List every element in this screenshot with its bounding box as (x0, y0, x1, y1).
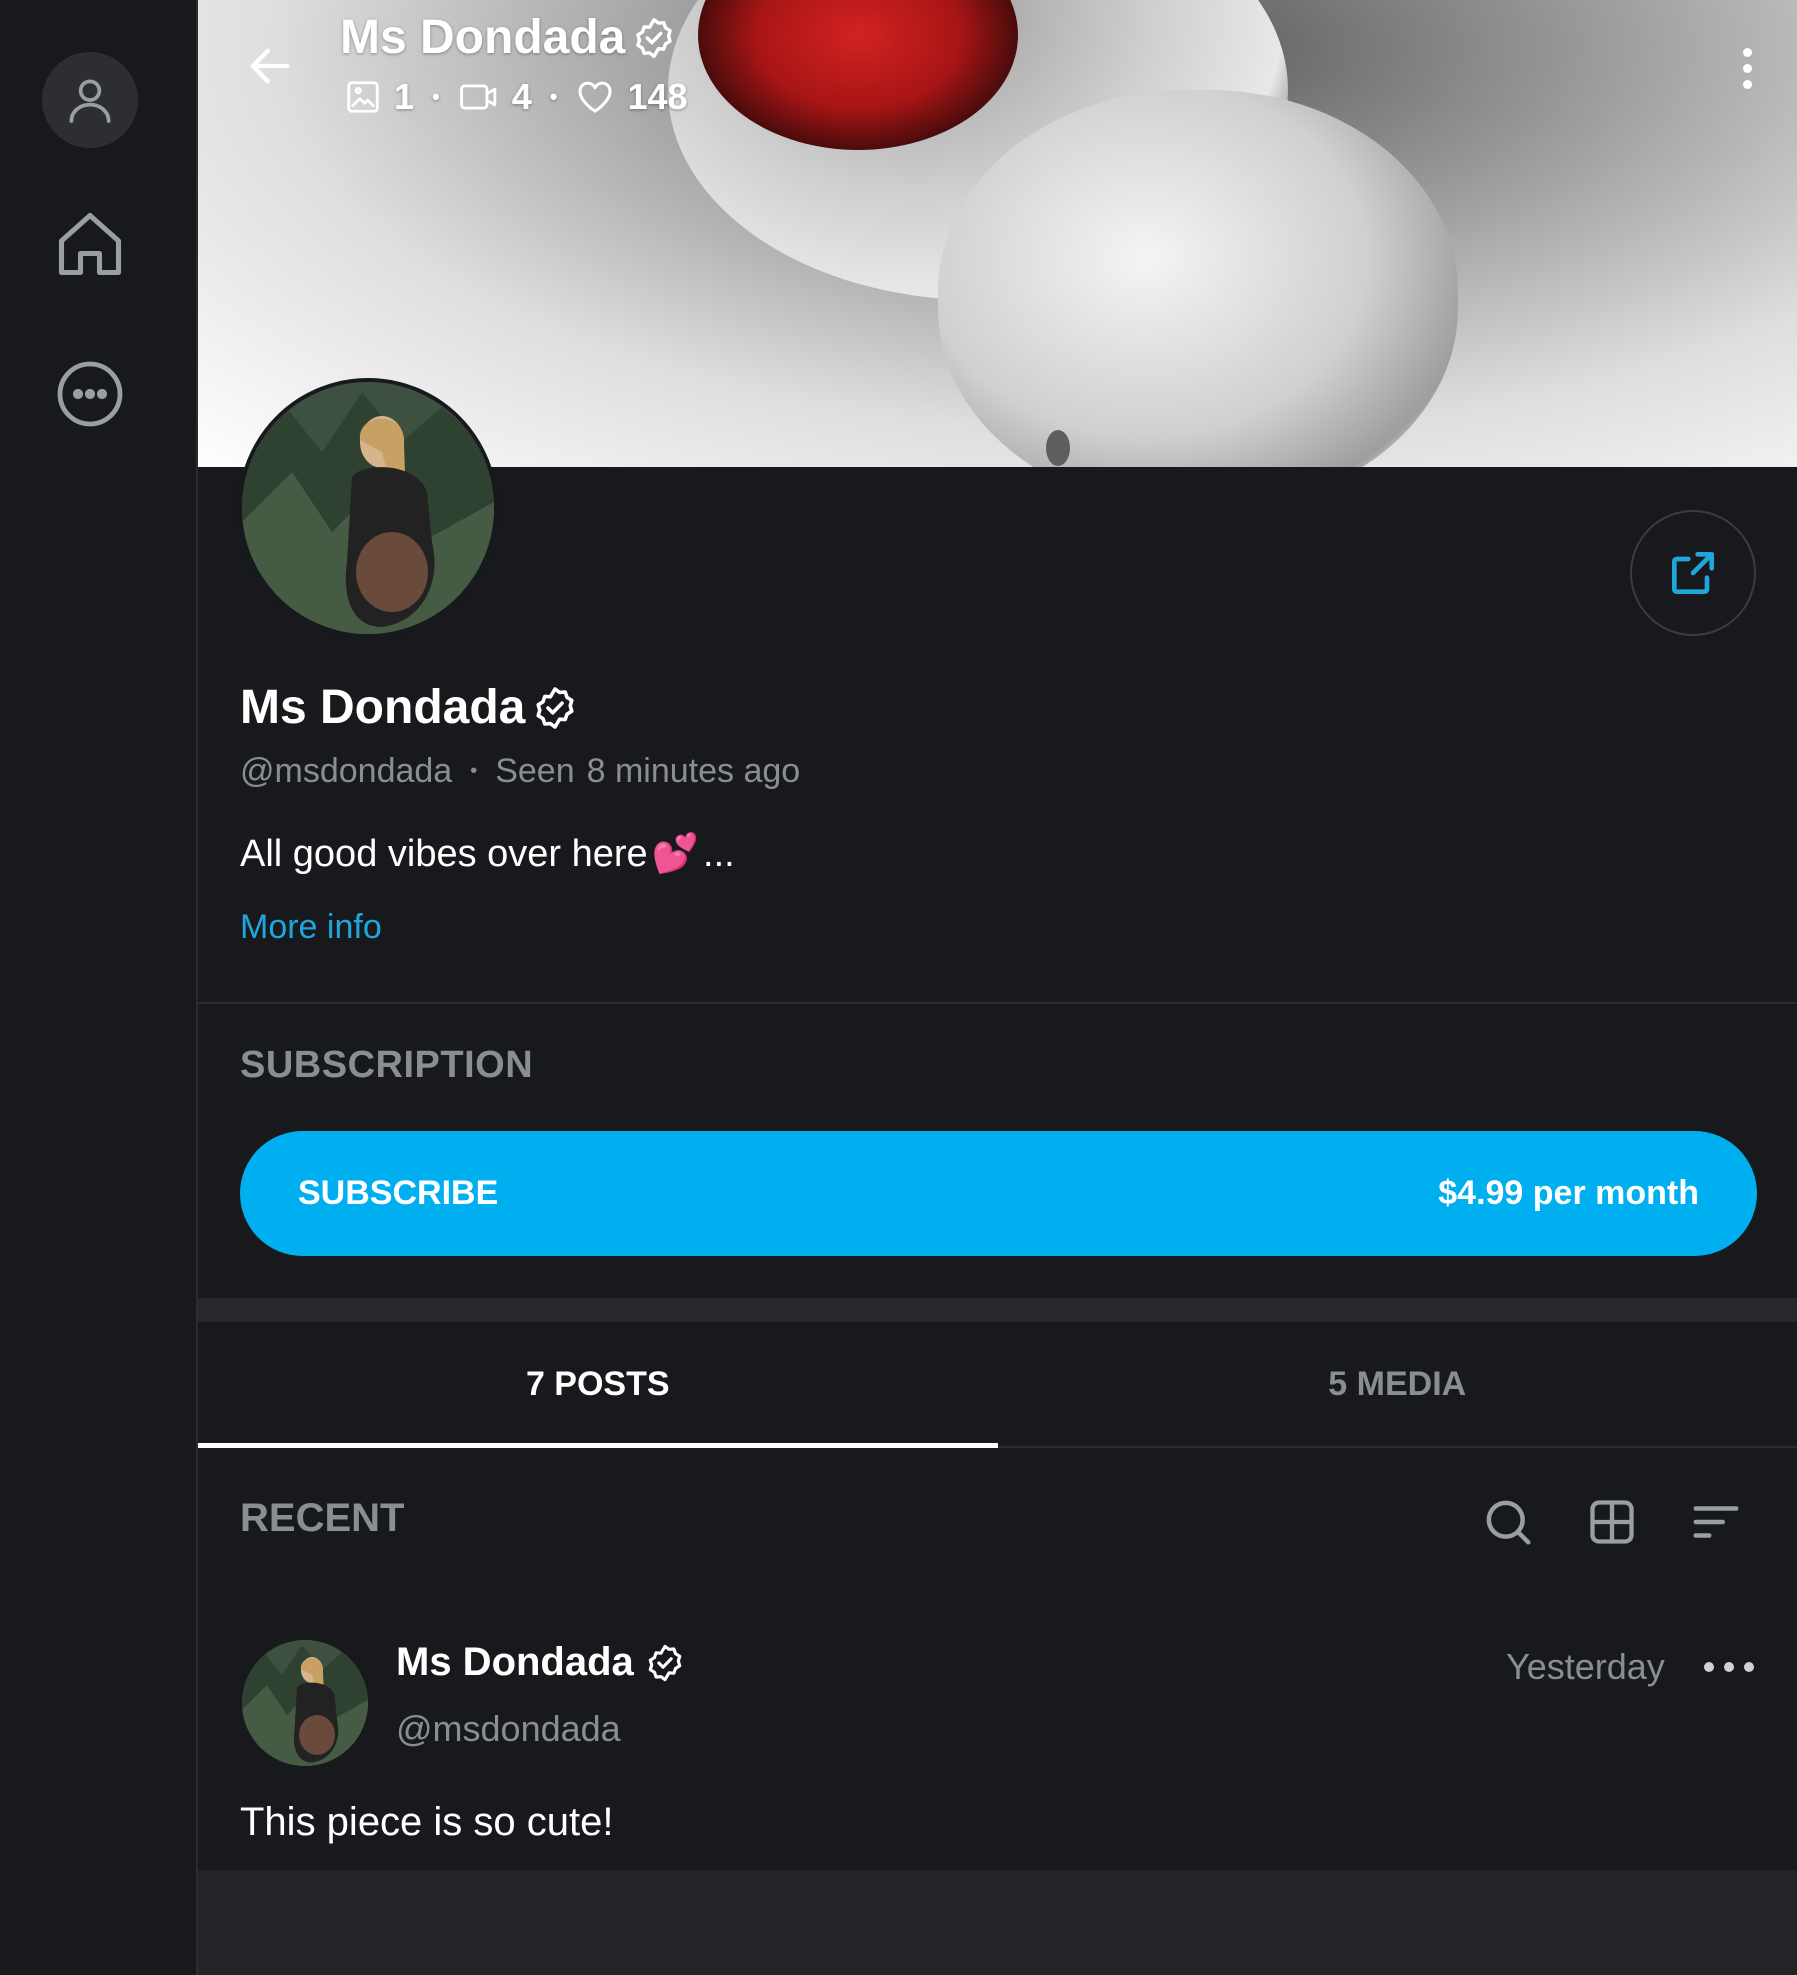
profile-bio: All good vibes over here 💕 ... (240, 832, 735, 876)
user-icon (69, 79, 111, 123)
subscribe-button[interactable]: SUBSCRIBE $4.99 per month (240, 1131, 1757, 1256)
seen-label: Seen (495, 752, 575, 790)
subscribe-price: $4.99 per month (1438, 1174, 1699, 1212)
post-avatar-photo (242, 1640, 368, 1766)
recent-label: RECENT (240, 1496, 405, 1540)
avatar-photo (242, 382, 494, 634)
profile-name: Ms Dondada (240, 680, 579, 735)
section-band (198, 1298, 1797, 1322)
sort-button[interactable] (1686, 1492, 1746, 1552)
grid-icon (1590, 1500, 1634, 1544)
back-button[interactable] (238, 34, 302, 98)
user-avatar-button[interactable] (42, 52, 138, 148)
post-avatar[interactable] (242, 1640, 368, 1766)
profile-name-text: Ms Dondada (240, 681, 526, 734)
tab-posts[interactable]: 7 POSTS (198, 1322, 998, 1448)
post-author-name: Ms Dondada (396, 1640, 634, 1684)
grid-view-button[interactable] (1582, 1492, 1642, 1552)
more-horizontal-icon[interactable] (1704, 1652, 1754, 1682)
meta-separator: • (470, 760, 478, 782)
cover-image: Ms Dondada 1 • 4 • 148 (198, 0, 1797, 467)
sidebar (0, 0, 198, 1975)
stats-separator: • (432, 84, 440, 109)
image-icon (347, 81, 379, 113)
sort-icon (1693, 1506, 1739, 1538)
back-arrow-icon (250, 48, 290, 84)
photos-count: 1 (394, 76, 415, 117)
more-info-link[interactable]: More info (240, 908, 382, 947)
verified-icon (536, 686, 574, 729)
home-icon (58, 212, 122, 276)
profile-avatar[interactable] (238, 378, 498, 638)
profile-meta: @msdondada • Seen 8 minutes ago (240, 752, 800, 791)
subscribe-label: SUBSCRIBE (298, 1174, 499, 1212)
verified-icon (636, 17, 673, 58)
heart-icon (578, 81, 612, 113)
bio-emoji: 💕 (651, 833, 700, 875)
stats-separator: • (549, 84, 558, 109)
videos-count: 4 (511, 76, 532, 117)
share-icon (1672, 552, 1714, 594)
header-title: Ms Dondada (340, 10, 677, 65)
bio-ellipsis: ... (703, 832, 735, 875)
video-icon (459, 84, 496, 110)
profile-handle: @msdondada (240, 752, 453, 790)
verified-icon (648, 1644, 682, 1681)
post-author[interactable]: Ms Dondada (396, 1640, 686, 1685)
more-circle-icon (57, 361, 123, 427)
more-button[interactable] (42, 346, 138, 442)
cover-stem-shape (938, 90, 1458, 467)
home-button[interactable] (42, 196, 138, 292)
cover-dot-shape (1046, 430, 1070, 466)
post-media-area (198, 1870, 1797, 1975)
header-title-text: Ms Dondada (340, 11, 626, 64)
profile-main: Ms Dondada 1 • 4 • 148 Ms Dondada @msdon… (198, 0, 1797, 1975)
header-stats: 1 • 4 • 148 (344, 76, 688, 118)
post-time: Yesterday (1506, 1646, 1665, 1687)
bio-text: All good vibes over here (240, 832, 648, 875)
share-button[interactable] (1630, 510, 1756, 636)
post-handle[interactable]: @msdondada (396, 1708, 621, 1750)
subscription-label: SUBSCRIPTION (240, 1044, 534, 1086)
profile-tabs: 7 POSTS 5 MEDIA (198, 1322, 1797, 1448)
tab-media[interactable]: 5 MEDIA (998, 1322, 1797, 1446)
section-divider (198, 1002, 1797, 1004)
search-button[interactable] (1478, 1492, 1538, 1552)
post-text: This piece is so cute! (240, 1800, 614, 1844)
kebab-menu-icon[interactable] (1727, 36, 1767, 100)
seen-time: 8 minutes ago (586, 752, 801, 790)
likes-count: 148 (627, 76, 688, 117)
search-icon (1486, 1500, 1531, 1545)
